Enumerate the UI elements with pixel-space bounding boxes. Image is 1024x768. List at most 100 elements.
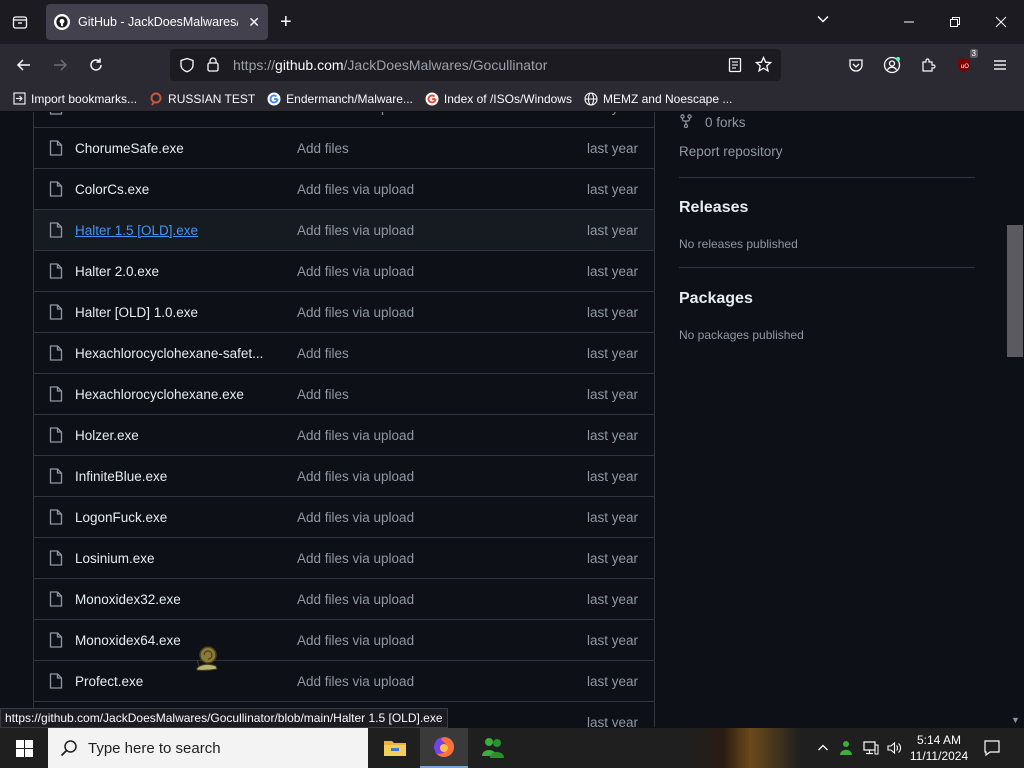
file-row[interactable]: Halter 2.0.exe Add files via upload last y… — [34, 250, 654, 291]
hamburger-menu-icon[interactable] — [988, 53, 1012, 77]
chevron-up-icon[interactable] — [812, 728, 834, 768]
github-icon — [54, 14, 70, 30]
notification-icon[interactable] — [978, 728, 1006, 768]
commit-message-link[interactable]: Add files via upload — [297, 592, 414, 607]
forward-arrow-icon[interactable] — [48, 53, 72, 77]
extensions-icon[interactable] — [916, 53, 940, 77]
file-name-link[interactable]: ChorumeDestructive.exe — [75, 112, 224, 115]
bookmark-star-icon[interactable] — [754, 55, 773, 78]
file-row[interactable]: Profect.exe Add files via upload last year — [34, 660, 654, 701]
commit-message-link[interactable]: Add files — [297, 346, 349, 361]
volume-icon[interactable] — [883, 728, 905, 768]
file-list: ChorumeDestructive.exe Add files via uplo… — [33, 112, 655, 727]
messenger-tray-icon[interactable] — [836, 728, 858, 768]
file-name-link[interactable]: Monoxidex64.exe — [75, 633, 181, 648]
firefox-icon[interactable] — [420, 728, 468, 768]
file-row[interactable]: Monoxidex64.exe Add files via upload last … — [34, 619, 654, 660]
commit-message-link[interactable]: Add files — [297, 387, 349, 402]
file-row[interactable]: LogonFuck.exe Add files via upload last ye… — [34, 496, 654, 537]
reader-view-icon[interactable] — [728, 57, 742, 78]
windows-start-icon[interactable] — [0, 728, 48, 768]
browser-tab-github[interactable]: GitHub - JackDoesMalwares/Gocullinator ✕ — [46, 4, 268, 40]
bookmark-russian-test[interactable]: RUSSIAN TEST — [149, 92, 255, 106]
file-name-link[interactable]: LogonFuck.exe — [75, 510, 167, 525]
ublock-icon[interactable]: uO 3 — [952, 49, 978, 77]
close-window-icon[interactable] — [989, 10, 1013, 34]
msn-messenger-icon[interactable] — [469, 728, 517, 768]
file-row[interactable]: Halter [OLD] 1.0.exe Add files via upload… — [34, 291, 654, 332]
commit-age: last year — [587, 112, 638, 115]
lock-icon[interactable] — [206, 56, 220, 77]
file-explorer-icon[interactable] — [371, 728, 419, 768]
commit-message-link[interactable]: Add files via upload — [297, 633, 414, 648]
file-row[interactable]: Hexachlorocyclohexane-safet... Add files l… — [34, 332, 654, 373]
file-name-link[interactable]: Monoxidex32.exe — [75, 592, 181, 607]
close-tab-icon[interactable]: ✕ — [248, 14, 260, 31]
bookmark-import[interactable]: Import bookmarks... — [12, 92, 137, 106]
commit-message-link[interactable]: Add files via upload — [297, 112, 414, 115]
bookmark-index-isos[interactable]: Index of /ISOs/Windows — [425, 92, 572, 106]
file-row[interactable]: Holzer.exe Add files via upload last year — [34, 414, 654, 455]
minimize-icon[interactable] — [897, 10, 921, 34]
file-icon — [49, 181, 63, 197]
new-tab-icon[interactable]: + — [280, 12, 292, 32]
scrollbar-thumb[interactable] — [1007, 225, 1023, 357]
file-name-link[interactable]: Halter [OLD] 1.0.exe — [75, 305, 198, 320]
reload-icon[interactable] — [84, 53, 108, 77]
file-row[interactable]: Monoxidex32.exe Add files via upload last … — [34, 578, 654, 619]
file-icon — [49, 386, 63, 402]
commit-message-link[interactable]: Add files via upload — [297, 182, 414, 197]
file-name-link[interactable]: Profect.exe — [75, 674, 143, 689]
url-bar[interactable]: https://github.com/JackDoesMalwares/Gocu… — [170, 49, 781, 81]
commit-age: last year — [586, 468, 638, 484]
file-row[interactable]: ChorumeDestructive.exe Add files via uplo… — [34, 112, 654, 127]
chevron-down-icon[interactable] — [816, 12, 830, 31]
file-name-link[interactable]: Holzer.exe — [75, 428, 139, 443]
pocket-icon[interactable] — [844, 53, 868, 77]
search-icon — [60, 739, 78, 757]
commit-message-link[interactable]: Add files via upload — [297, 674, 414, 689]
restore-icon[interactable] — [943, 10, 967, 34]
page-scrollbar[interactable]: ▼ — [1006, 112, 1024, 727]
file-name-link[interactable]: InfiniteBlue.exe — [75, 469, 167, 484]
commit-message-link[interactable]: Add files via upload — [297, 305, 414, 320]
scroll-down-icon[interactable]: ▼ — [1011, 715, 1020, 725]
svg-text:uO: uO — [961, 63, 970, 70]
bookmark-endermanch[interactable]: Endermanch/Malware... — [267, 92, 413, 106]
packages-heading[interactable]: Packages — [679, 290, 753, 308]
network-icon[interactable] — [860, 728, 882, 768]
file-name-link[interactable]: Hexachlorocyclohexane-safet... — [75, 346, 263, 361]
back-arrow-icon[interactable] — [12, 53, 36, 77]
file-row[interactable]: Hexachlorocyclohexane.exe Add files last y… — [34, 373, 654, 414]
report-repository-link[interactable]: Report repository — [679, 144, 783, 159]
taskbar-clock[interactable]: 5:14 AM 11/11/2024 — [904, 732, 974, 764]
commit-message-link[interactable]: Add files via upload — [297, 510, 414, 525]
bookmark-memz[interactable]: MEMZ and Noescape ... — [584, 92, 732, 106]
commit-message-link[interactable]: Add files via upload — [297, 223, 414, 238]
file-row[interactable]: ColorCs.exe Add files via upload last year — [34, 168, 654, 209]
commit-message-link[interactable]: Add files via upload — [297, 428, 414, 443]
tab-title: GitHub - JackDoesMalwares/Gocullinator — [78, 15, 238, 29]
commit-message-link[interactable]: Add files — [297, 141, 349, 156]
file-row[interactable]: Losinium.exe Add files via upload last yea… — [34, 537, 654, 578]
file-icon — [49, 140, 63, 156]
file-name-link[interactable]: Halter 2.0.exe — [75, 264, 159, 279]
commit-message-link[interactable]: Add files via upload — [297, 469, 414, 484]
file-row[interactable]: Halter 1.5 [OLD].exe Add files via upload… — [34, 209, 654, 250]
file-row[interactable]: ChorumeSafe.exe Add files last year — [34, 127, 654, 168]
file-row[interactable]: InfiniteBlue.exe Add files via upload last… — [34, 455, 654, 496]
file-name-link[interactable]: Halter 1.5 [OLD].exe — [75, 223, 198, 238]
releases-heading[interactable]: Releases — [679, 199, 748, 217]
commit-message-link[interactable]: Add files via upload — [297, 551, 414, 566]
forks-link[interactable]: 0 forks — [679, 114, 746, 131]
file-name-link[interactable]: ChorumeSafe.exe — [75, 141, 184, 156]
tab-list-icon[interactable] — [8, 10, 32, 34]
url-text[interactable]: https://github.com/JackDoesMalwares/Gocu… — [233, 57, 547, 73]
file-name-link[interactable]: ColorCs.exe — [75, 182, 149, 197]
commit-message-link[interactable]: Add files via upload — [297, 264, 414, 279]
account-icon[interactable] — [880, 53, 904, 77]
file-name-link[interactable]: Losinium.exe — [75, 551, 155, 566]
file-name-link[interactable]: Hexachlorocyclohexane.exe — [75, 387, 244, 402]
shield-icon[interactable] — [179, 57, 195, 78]
taskbar-search-input[interactable]: Type here to search — [48, 728, 368, 768]
